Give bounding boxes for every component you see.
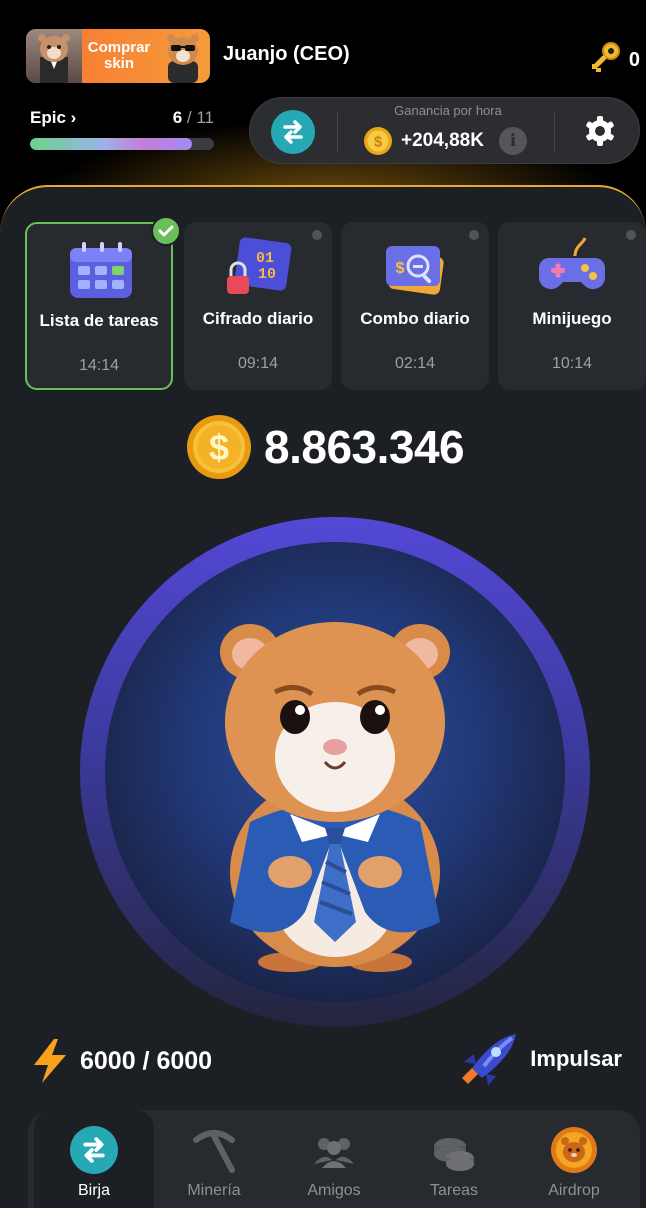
skin-hamster-sunglasses-icon	[156, 29, 210, 83]
nav-item-tareas[interactable]: Tareas	[394, 1110, 514, 1208]
nav-label: Tareas	[429, 1182, 479, 1199]
tap-button[interactable]	[80, 517, 590, 1027]
daily-card-time: 09:14	[237, 355, 279, 372]
rank-progress-fill	[30, 138, 192, 150]
friends-icon	[310, 1126, 358, 1174]
key-icon	[589, 40, 623, 80]
status-dot	[312, 230, 322, 240]
nav-item-birja[interactable]: Birja	[34, 1110, 154, 1208]
rank-level-current: 6	[172, 108, 183, 127]
coin-icon: $	[187, 415, 251, 479]
daily-card-title: Lista de tareas	[39, 311, 159, 330]
boost-button[interactable]: Impulsar	[454, 1032, 622, 1086]
daily-cards: Lista de tareas 14:14 01 10 Cifrado diar…	[25, 216, 646, 390]
rocket-icon	[462, 1034, 517, 1086]
rank-progress[interactable]: Epic › 6 / 11	[30, 108, 214, 150]
hamster-coin-icon	[550, 1126, 598, 1174]
tap-inner-circle	[105, 542, 565, 1002]
rank-name: Epic	[30, 108, 66, 127]
balance-display: $ 8.863.346	[186, 414, 465, 480]
daily-card-time: 02:14	[394, 355, 436, 372]
daily-card-combo[interactable]: $ Combo diario 02:14	[341, 222, 489, 390]
daily-card-title: Minijuego	[532, 309, 612, 328]
nav-label: Birja	[77, 1182, 110, 1199]
status-dot	[469, 230, 479, 240]
nav-label: Airdrop	[548, 1182, 600, 1199]
nav-item-amigos[interactable]: Amigos	[274, 1110, 394, 1208]
svg-text:$: $	[396, 260, 405, 277]
daily-card-time: 10:14	[551, 355, 593, 372]
daily-card-title: Combo diario	[360, 309, 470, 328]
settings-gear-icon[interactable]	[583, 114, 617, 148]
energy-value: 6000 / 6000	[80, 1046, 213, 1075]
energy-indicator: 6000 / 6000	[30, 1037, 212, 1085]
nav-label: Amigos	[307, 1182, 361, 1199]
coins-icon	[430, 1126, 478, 1174]
pickaxe-icon	[190, 1126, 238, 1174]
keys-count: 0	[628, 48, 640, 71]
boost-label: Impulsar	[530, 1046, 622, 1071]
cipher-lock-icon: 01 10	[221, 236, 295, 300]
exchange-logo-icon[interactable]	[271, 110, 315, 154]
balance-amount: 8.863.346	[264, 421, 465, 473]
info-icon[interactable]: i	[499, 127, 527, 155]
rank-level: 6 / 11	[173, 108, 214, 128]
daily-card-tasks[interactable]: Lista de tareas 14:14	[25, 216, 181, 390]
skin-avatar	[26, 29, 82, 83]
bottom-nav: Birja Minería Amigos Tareas Airdrop	[28, 1110, 640, 1208]
svg-text:01: 01	[256, 250, 274, 267]
chevron-right-icon: ›	[70, 108, 77, 127]
svg-text:$: $	[374, 134, 383, 151]
checkmark-icon	[151, 216, 181, 246]
divider	[554, 112, 555, 152]
username[interactable]: Juanjo (CEO)	[223, 43, 350, 66]
daily-card-minigame[interactable]: Minijuego 10:14	[498, 222, 646, 390]
coin-icon: $	[364, 127, 392, 155]
rank-level-total: / 11	[186, 108, 214, 127]
keys-counter[interactable]: 0	[589, 40, 640, 80]
gamepad-icon	[535, 236, 609, 300]
nav-item-airdrop[interactable]: Airdrop	[514, 1110, 634, 1208]
profit-value: +204,88K	[401, 130, 484, 151]
rank-name-link[interactable]: Epic ›	[30, 108, 76, 128]
daily-card-time: 14:14	[78, 357, 120, 374]
profit-title: Ganancia por hora	[394, 103, 502, 118]
buy-skin-button[interactable]: Comprar skin	[26, 29, 210, 83]
nav-label: Minería	[187, 1182, 241, 1199]
divider	[337, 112, 338, 152]
combo-cards-icon: $	[378, 236, 452, 300]
profit-per-hour-panel: Ganancia por hora $ +204,88K i	[249, 97, 640, 164]
lightning-icon	[34, 1039, 66, 1083]
rank-progress-bar	[30, 138, 214, 150]
profit-value-row: $ +204,88K	[363, 126, 484, 156]
svg-text:$: $	[209, 427, 229, 468]
daily-card-title: Cifrado diario	[202, 309, 314, 328]
nav-item-mineria[interactable]: Minería	[154, 1110, 274, 1208]
status-dot	[626, 230, 636, 240]
daily-card-cipher[interactable]: 01 10 Cifrado diario 09:14	[184, 222, 332, 390]
buy-skin-label: Comprar skin	[87, 39, 151, 72]
svg-text:10: 10	[258, 266, 276, 283]
exchange-icon	[70, 1126, 118, 1174]
calendar-icon	[64, 238, 138, 302]
hamster-ceo-icon	[220, 622, 450, 972]
